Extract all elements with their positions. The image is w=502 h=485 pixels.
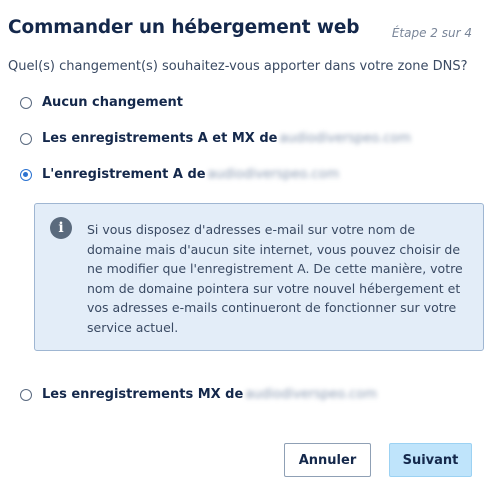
radio-mx-record[interactable]: [20, 388, 32, 401]
radio-a-record[interactable]: [20, 168, 32, 181]
radio-no-change[interactable]: [20, 96, 32, 109]
option-a-record[interactable]: L'enregistrement A de audiodiverspeo.com: [20, 167, 339, 182]
info-text: Si vous disposez d'adresses e-mail sur v…: [87, 222, 463, 335]
option-label: L'enregistrement A de: [42, 167, 206, 182]
step-indicator: Étape 2 sur 4: [391, 26, 472, 40]
domain-name: audiodiverspeo.com: [207, 167, 340, 182]
domain-name: audiodiverspeo.com: [245, 387, 377, 402]
option-mx-record[interactable]: Les enregistrements MX de audiodiverspeo…: [20, 387, 377, 402]
cancel-button[interactable]: Annuler: [284, 443, 371, 477]
info-icon: i: [50, 217, 72, 239]
radio-a-and-mx[interactable]: [20, 132, 32, 145]
next-button[interactable]: Suivant: [389, 443, 472, 477]
option-label: Les enregistrements MX de: [42, 387, 244, 402]
option-label: Les enregistrements A et MX de: [42, 131, 278, 146]
option-label: Aucun changement: [42, 95, 184, 110]
page-title: Commander un hébergement web: [8, 17, 360, 38]
domain-name: audiodiverspeo.com: [279, 131, 412, 146]
info-box: i Si vous disposez d'adresses e-mail sur…: [34, 203, 484, 351]
option-no-change[interactable]: Aucun changement: [20, 95, 183, 110]
option-a-and-mx[interactable]: Les enregistrements A et MX de audiodive…: [20, 131, 411, 146]
dns-question: Quel(s) changement(s) souhaitez-vous app…: [8, 59, 468, 74]
